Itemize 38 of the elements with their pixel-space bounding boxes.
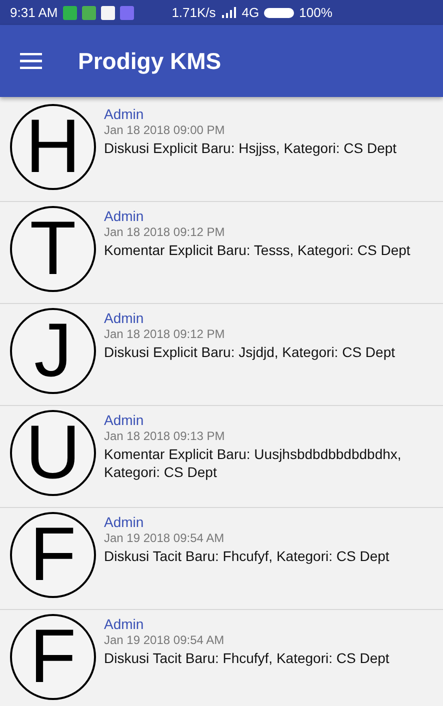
notification-message: Diskusi Tacit Baru: Fhcufyf, Kategori: CS Dept <box>104 649 390 668</box>
signal-icon <box>220 6 237 18</box>
notification-message: Diskusi Explicit Baru: Jsjdjd, Kategori: CS Dept <box>104 343 396 362</box>
notification-item[interactable]: J Admin Jan 18 2018 09:12 PM Diskusi Explicit Baru: Jsjdjd, Kategori: CS Dept <box>0 304 443 406</box>
avatar-initial: H <box>10 104 96 190</box>
battery-icon <box>264 6 294 18</box>
timestamp: Jan 18 2018 09:13 PM <box>104 429 226 443</box>
app-title: Prodigy KMS <box>78 48 222 74</box>
notification-message: Diskusi Explicit Baru: Hsjjss, Kategori: CS Dept <box>104 139 398 158</box>
notification-item[interactable]: T Admin Jan 18 2018 09:12 PM Komentar Explicit Baru: Tesss, Kategori: CS Dept <box>0 202 443 304</box>
notification-item[interactable]: H Admin Jan 18 2018 09:00 PM Diskusi Explicit Baru: Hsjjss, Kategori: CS Dept <box>0 100 443 202</box>
notification-item[interactable]: F Admin Jan 19 2018 09:54 AM Diskusi Tacit Baru: Fhcufyf, Kategori: CS Dept <box>0 508 443 610</box>
timestamp: Jan 19 2018 09:54 AM <box>104 633 226 647</box>
avatar-initial: U <box>10 410 96 496</box>
battery-level: 100% <box>299 5 332 20</box>
timestamp: Jan 18 2018 09:12 PM <box>104 225 226 239</box>
clock: 9:31 AM <box>10 5 58 20</box>
author-name: Admin <box>104 514 145 530</box>
notification-item[interactable]: F Admin Jan 19 2018 09:54 AM Diskusi Tacit Baru: Fhcufyf, Kategori: CS Dept <box>0 610 443 706</box>
notification-message: Diskusi Tacit Baru: Fhcufyf, Kategori: CS Dept <box>104 547 390 566</box>
menu-button[interactable] <box>20 53 42 69</box>
author-name: Admin <box>104 310 145 326</box>
author-name: Admin <box>104 616 145 632</box>
network-type: 4G <box>242 5 260 20</box>
author-name: Admin <box>104 208 145 224</box>
timestamp: Jan 18 2018 09:00 PM <box>104 123 226 137</box>
notification-message: Komentar Explicit Baru: Tesss, Kategori: CS Dept <box>104 241 412 260</box>
timestamp: Jan 19 2018 09:54 AM <box>104 531 226 545</box>
author-name: Admin <box>104 106 145 122</box>
avatar-initial: T <box>10 206 96 292</box>
notification-message: Komentar Explicit Baru: Uusjhsbdbdbbdbdbdhx, Kategori: CS Dept <box>104 445 402 482</box>
avatar-initial: F <box>10 614 96 700</box>
avatar-initial: J <box>10 308 96 394</box>
author-name: Admin <box>104 412 145 428</box>
avatar-initial: F <box>10 512 96 598</box>
notification-item[interactable]: U Admin Jan 18 2018 09:13 PM Komentar Explicit Baru: Uusjhsbdbdbbdbdbdhx, Kategori: CS Dept <box>0 406 443 508</box>
network-speed: 1.71K/s <box>172 5 216 20</box>
timestamp: Jan 18 2018 09:12 PM <box>104 327 226 341</box>
